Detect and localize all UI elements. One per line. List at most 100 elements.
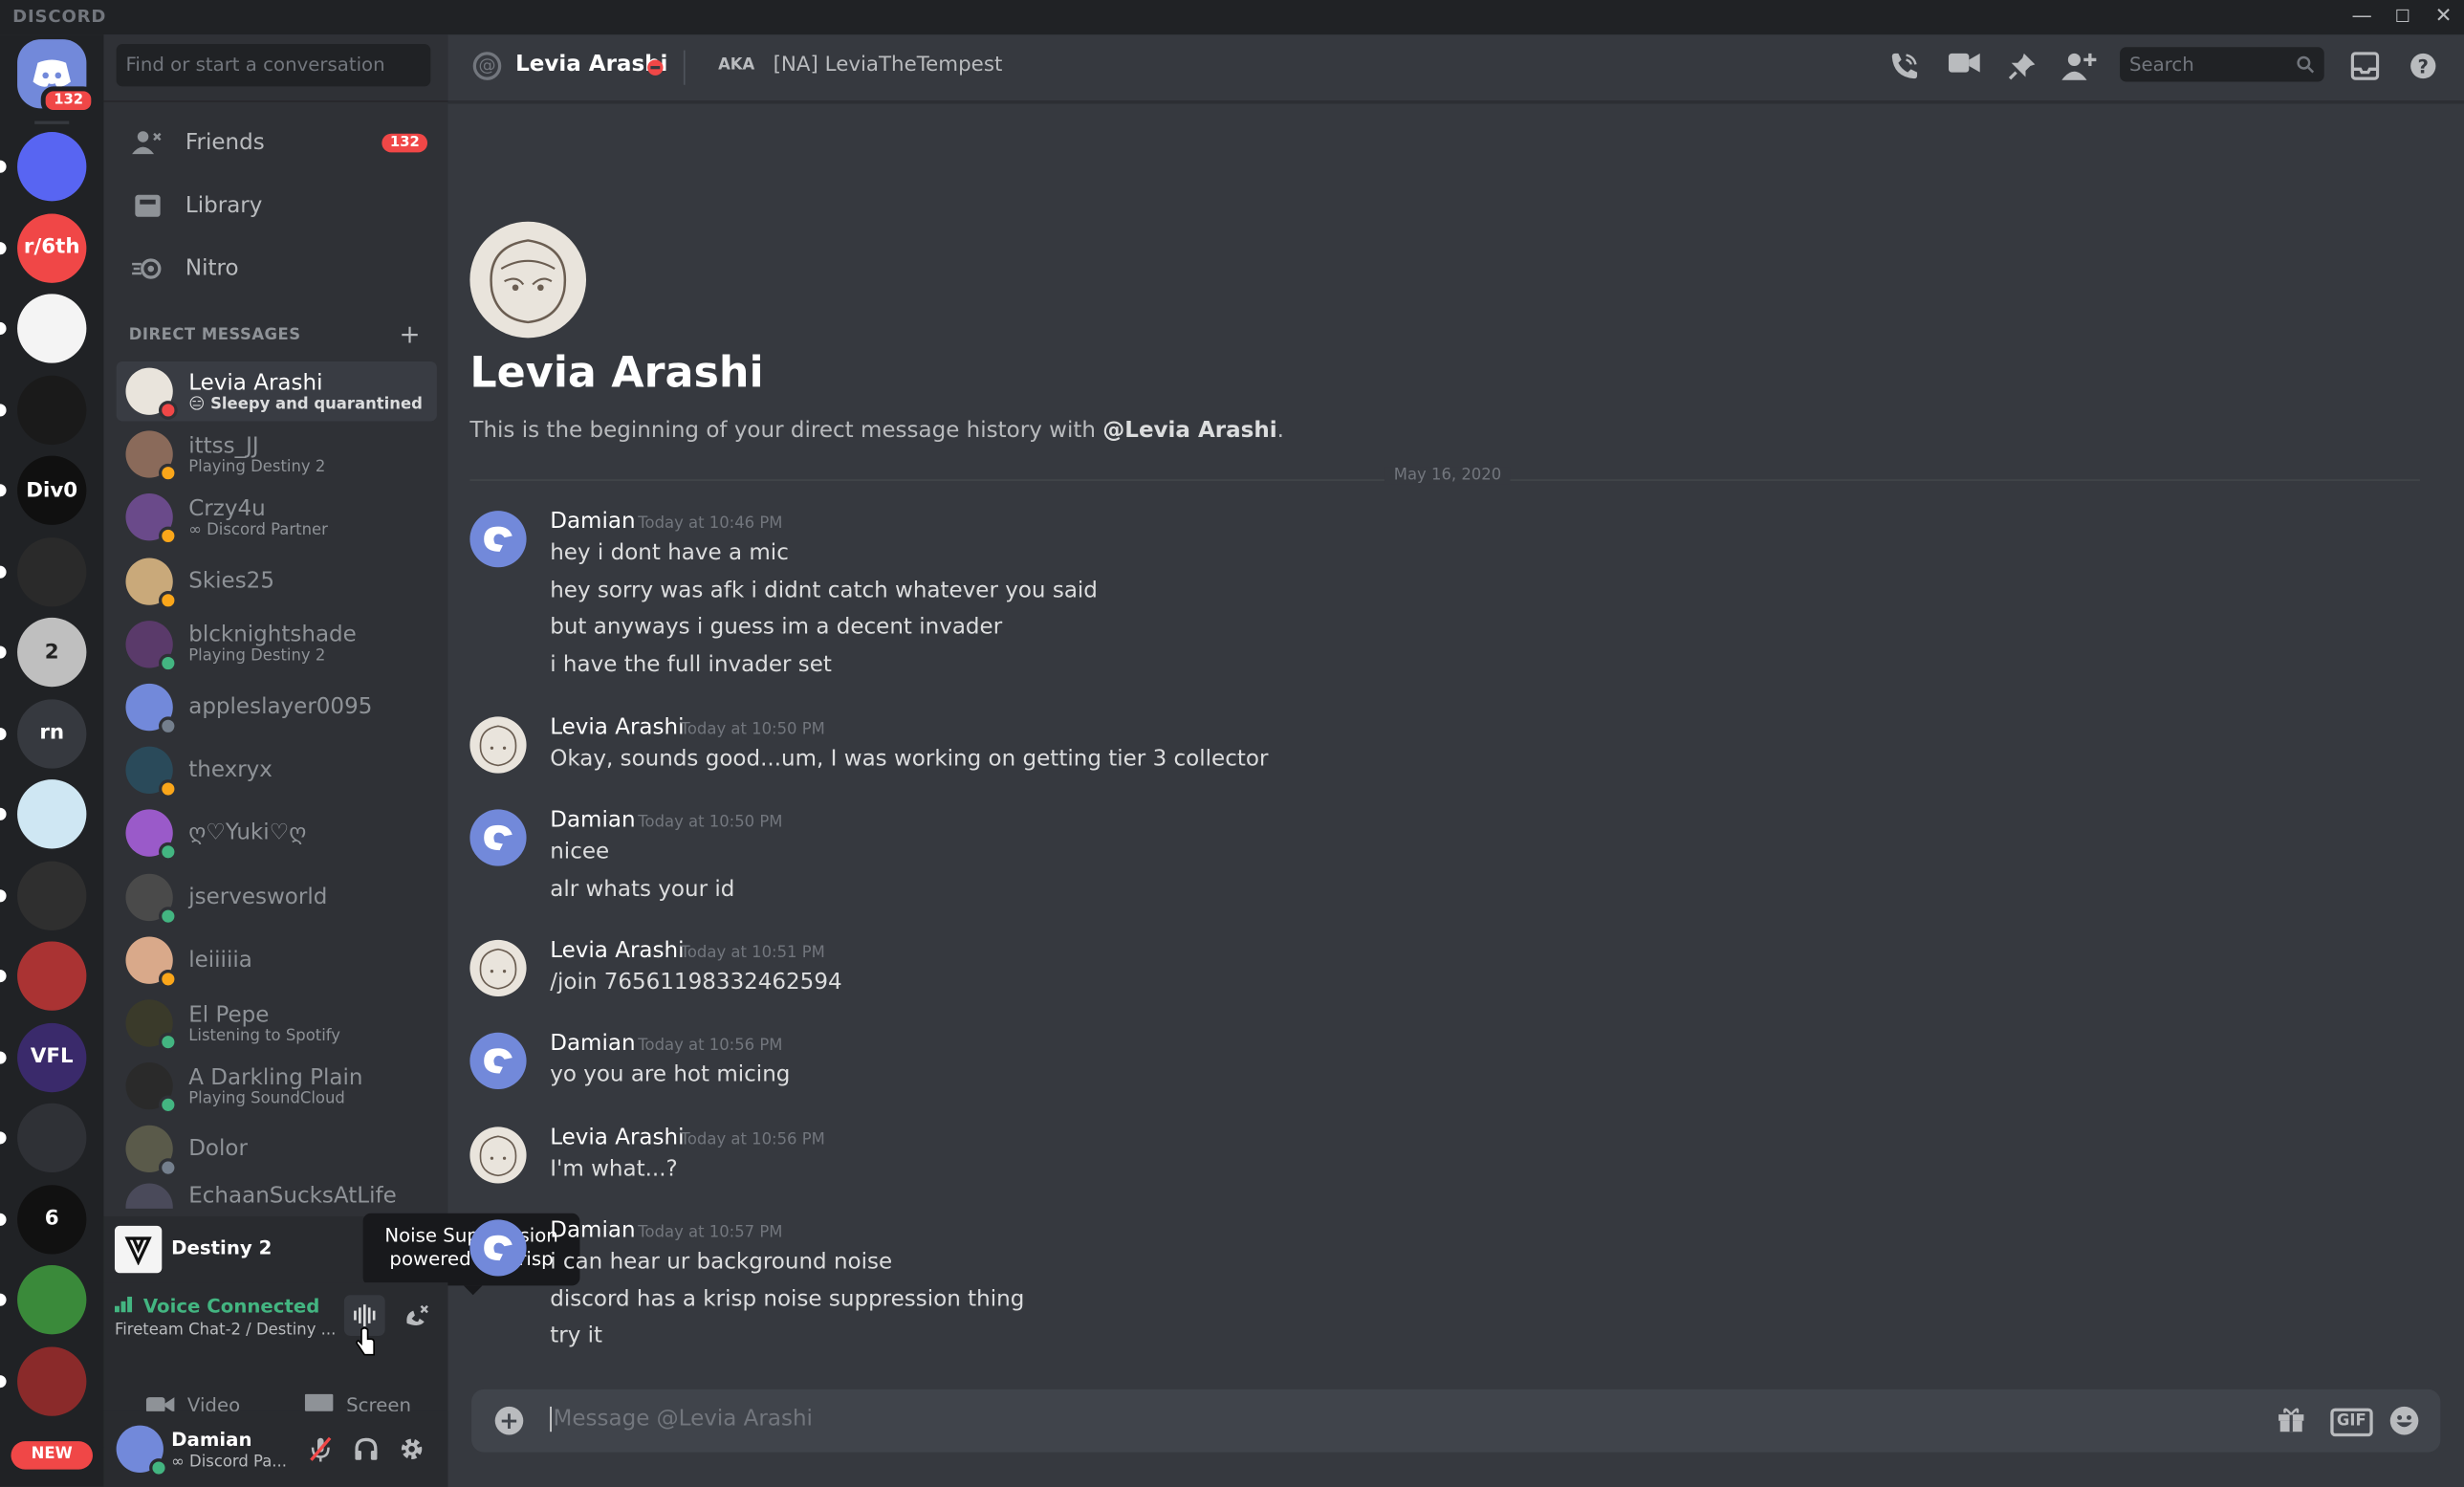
message-text: hey sorry was afk i didnt catch whatever… [550,578,1098,603]
server-icon[interactable] [17,536,87,606]
avatar [125,873,178,926]
dm-item[interactable]: A Darkling Plain Playing SoundCloud [117,1057,437,1116]
avatar [125,620,178,673]
dm-item[interactable]: Dolor [117,1120,437,1179]
user-avatar[interactable] [116,1425,168,1477]
dm-item[interactable]: blcknightshade Playing Destiny 2 [117,614,437,673]
message-input-placeholder[interactable]: Message @Levia Arashi [550,1406,813,1432]
phone-call-icon [1891,53,1918,79]
gift-button[interactable] [2277,1405,2305,1436]
settings-gear-icon[interactable] [399,1436,424,1461]
message-author[interactable]: Damian [550,1218,635,1243]
message-composer[interactable]: + Message @Levia Arashi GIF [471,1389,2441,1453]
dm-item[interactable]: EchaanSucksAtLife [117,1182,437,1209]
dm-name: Skies25 [188,568,274,594]
dm-text: ღ♡Yuki♡ღ [188,821,306,846]
nav-library[interactable]: Library [117,178,437,234]
library-icon [129,190,166,222]
gif-button[interactable]: GIF [2330,1408,2373,1437]
server-icon[interactable]: 6 [17,1184,87,1254]
minimize-button[interactable]: — [2344,3,2379,32]
dm-item[interactable]: jservesworld [117,867,437,927]
server-icon-label: Div0 [26,478,78,503]
intro-mention[interactable]: @Levia Arashi [1102,418,1276,443]
message-avatar[interactable] [469,511,527,568]
message-author[interactable]: Levia Arashi [550,938,684,963]
dm-text: leiiiiia [188,948,252,973]
guild-unread-pill [0,321,7,336]
server-icon[interactable] [17,860,87,930]
dm-item[interactable]: appleslayer0095 [117,677,437,736]
server-icon[interactable]: rn [17,698,87,768]
message-author[interactable]: Damian [550,808,635,833]
maximize-button[interactable]: ☐ [2386,3,2420,32]
dm-item[interactable]: leiiiiia [117,930,437,990]
message-avatar[interactable] [469,1126,527,1184]
at-icon: @ [472,52,502,80]
dm-item[interactable]: El Pepe Listening to Spotify [117,994,437,1053]
upload-plus-icon[interactable]: + [494,1406,524,1435]
message-avatar[interactable] [469,809,527,866]
dm-text: A Darkling Plain Playing SoundCloud [188,1065,362,1107]
message-author[interactable]: Damian [550,509,635,534]
server-icon[interactable]: VFL [17,1022,87,1092]
message-avatar[interactable] [469,939,527,996]
search-icon [2297,55,2315,74]
server-icon[interactable] [17,374,87,445]
create-dm-plus-icon[interactable]: + [399,319,420,349]
disconnect-button[interactable] [396,1295,437,1336]
dm-item[interactable]: Skies25 [117,551,437,610]
server-icon[interactable] [17,941,87,1011]
message-avatar[interactable] [469,716,527,774]
message-author[interactable]: Damian [550,1031,635,1056]
server-icon[interactable] [17,132,87,202]
server-icon[interactable] [17,1103,87,1173]
help-button[interactable]: ? [2406,52,2440,83]
inbox-button[interactable] [2347,52,2382,83]
server-icon[interactable]: 2 [17,617,87,688]
server-icon[interactable] [17,294,87,363]
guild-unread-pill [0,888,7,902]
guild-unread-pill [0,160,7,173]
message-avatar[interactable] [469,1219,527,1277]
message-author[interactable]: Levia Arashi [550,1126,684,1150]
message-text: hey i dont have a mic [550,540,789,566]
intro-description: This is the beginning of your direct mes… [469,418,1284,443]
pinned-messages-button[interactable] [2005,52,2039,83]
dm-activity: Playing Destiny 2 [188,458,326,476]
dm-item[interactable]: thexryx [117,740,437,799]
search-input[interactable]: Search [2120,47,2324,82]
dm-item[interactable]: Levia Arashi 😑 Sleepy and quarantined [116,361,437,422]
message-author[interactable]: Levia Arashi [550,715,684,740]
dm-item[interactable]: ღ♡Yuki♡ღ [117,803,437,863]
dm-item[interactable]: ittss_JJ Playing Destiny 2 [117,425,437,484]
message-text: alr whats your id [550,876,735,902]
message-avatar[interactable] [469,1032,527,1089]
dm-name: blcknightshade [188,623,357,648]
home-button[interactable]: 132 [17,39,97,115]
voice-connected-status[interactable]: Voice Connected [114,1295,319,1317]
find-conversation-input[interactable]: Find or start a conversation [116,44,431,87]
avatar [125,493,178,546]
server-icon[interactable] [17,1265,87,1335]
close-button[interactable]: ✕ [2427,3,2461,32]
dm-name: ittss_JJ [188,433,259,459]
server-icon[interactable] [17,779,87,849]
avatar [125,1062,178,1115]
server-icon[interactable]: Div0 [17,455,87,525]
voice-call-button[interactable] [1887,52,1922,83]
status-indicator-icon [158,842,178,863]
emoji-button[interactable] [2388,1405,2420,1436]
dm-item[interactable]: Crzy4u ∞ Discord Partner [117,488,437,547]
nav-nitro[interactable]: Nitro [117,240,437,296]
headphones-icon[interactable] [354,1436,379,1461]
new-unreads-badge[interactable]: NEW [11,1441,93,1470]
nav-friends-label: Friends [185,130,265,156]
server-icon[interactable]: r/6th [17,212,87,283]
nav-friends[interactable]: Friends 132 [117,115,437,171]
video-call-button[interactable] [1947,52,1981,83]
voice-channel[interactable]: Fireteam Chat-2 / Destiny ... [115,1322,336,1339]
mute-mic-icon[interactable] [308,1436,333,1462]
server-icon[interactable] [17,1345,87,1415]
add-friends-to-dm-button[interactable] [2061,52,2097,83]
